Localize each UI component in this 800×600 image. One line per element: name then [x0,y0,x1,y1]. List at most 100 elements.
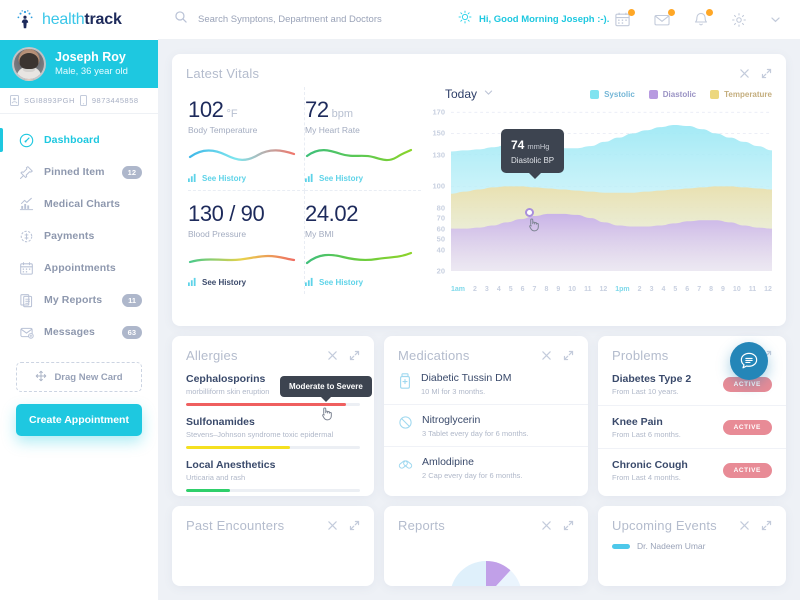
x-axis-tick: 7 [697,286,702,293]
y-axis-tick: 40 [436,245,445,255]
vital-sparkline [188,143,296,165]
expand-icon[interactable] [349,350,360,361]
allergy-name: Sulfonamides [186,416,255,428]
see-history-link[interactable]: See History [188,277,296,288]
create-appointment-button[interactable]: Create Appointment [16,404,142,436]
envelope-icon[interactable] [653,8,675,29]
topbar: Hi, Good Morning Joseph :-). [158,0,800,40]
medications-title: Medications [398,348,470,363]
allergy-item: Sulfonamides Stevens–Johnson syndrome to… [172,416,374,449]
vitals-grid: 102 °F Body Temperature See History 72 b… [172,81,421,319]
x-axis-tick: 2 [637,286,642,293]
event-title: Dr. Nadeem Umar [637,541,706,551]
y-axis-tick: 80 [436,203,445,213]
bell-icon[interactable] [693,9,713,28]
sidebar-item-medical-charts[interactable]: Medical Charts [0,188,158,220]
severity-bar[interactable] [186,489,360,492]
legend-item-diastolic[interactable]: Diastolic [648,89,697,99]
vital-unit: bpm [331,108,354,120]
move-arrows-icon [35,370,47,385]
person-burst-icon [14,9,36,31]
brand-name-light: health [42,11,85,28]
allergy-severity-tooltip: Moderate to Severe [280,376,372,402]
vitals-chart: Today Systolic Diastolic Temperature 170… [415,81,786,319]
reports-pie-chart [443,554,529,586]
close-icon[interactable] [739,520,750,531]
problem-item: Knee Pain From Last 6 months. ACTIVE [598,405,786,448]
sidebar-item-label: Medical Charts [44,198,121,210]
chart-legend: Systolic Diastolic Temperature [590,89,772,99]
chart-toolbar: Today Systolic Diastolic Temperature [423,83,772,105]
topbar-icons [614,8,800,29]
problem-since: From Last 10 years. [612,387,679,396]
brand-logo[interactable]: healthtrack [0,0,158,40]
x-axis-tick: 11 [584,286,592,293]
close-icon[interactable] [541,520,552,531]
sidebar-item-label: Dashboard [44,134,100,146]
sidebar-item-pinned-item[interactable]: Pinned Item 12 [0,156,158,188]
gear-icon[interactable] [731,12,747,28]
expand-icon[interactable] [563,350,574,361]
close-icon[interactable] [541,350,552,361]
greeting-text: Hi, Good Morning Joseph :-). [479,14,610,25]
profile-card[interactable]: Joseph Roy Male, 36 year old [0,40,158,88]
see-history-link[interactable]: See History [188,173,296,184]
chevron-down-icon[interactable] [769,13,782,26]
severity-bar[interactable] [186,403,360,406]
y-axis-tick: 130 [432,150,445,160]
latest-vitals-panel: Latest Vitals 102 °F Body Temperature Se… [172,54,786,326]
pill-icon [398,415,413,435]
past-encounters-title: Past Encounters [186,518,285,533]
search-input[interactable] [198,14,448,25]
calendar-icon[interactable] [614,9,635,28]
sidebar-item-dashboard[interactable]: Dashboard [0,124,158,156]
expand-icon[interactable] [563,520,574,531]
speedometer-icon [18,132,34,148]
close-icon[interactable] [327,520,338,531]
x-axis-tick: 3 [649,286,654,293]
legend-label: Diastolic [662,89,697,99]
range-selector[interactable]: Today [445,87,494,101]
close-icon[interactable] [327,350,338,361]
legend-item-systolic[interactable]: Systolic [590,89,635,99]
medication-dose: 2 Cap every day for 6 months. [422,471,523,480]
x-axis-tick: 8 [544,286,549,293]
chat-bubble-icon[interactable] [730,342,768,380]
legend-item-temperature[interactable]: Temperature [710,89,772,99]
drag-new-card-button[interactable]: Drag New Card [16,362,142,392]
brand-name: healthtrack [42,11,122,29]
problem-since: From Last 4 months. [612,473,681,482]
pin-icon [18,164,34,180]
y-axis-tick: 60 [436,224,445,234]
problem-since: From Last 6 months. [612,430,681,439]
sidebar-item-label: Pinned Item [44,166,105,178]
chart-tooltip: 74 mmHg Diastolic BP [501,129,565,179]
dashboard-root: healthtrack Joseph Roy Male, 36 year old… [0,0,800,600]
close-icon[interactable] [739,68,750,79]
chart-data-point[interactable] [525,208,534,217]
sidebar-item-appointments[interactable]: Appointments [0,252,158,284]
allergies-header: Allergies [172,336,374,363]
see-history-label: See History [202,278,247,287]
profile-name: Joseph Roy [55,50,126,64]
y-axis-tick: 150 [432,128,445,138]
sidebar-item-payments[interactable]: Payments [0,220,158,252]
patient-id: SGI8893PGH [24,96,75,105]
sidebar-item-messages[interactable]: Messages 63 [0,316,158,348]
reports-title: Reports [398,518,445,533]
problems-title: Problems [612,348,669,363]
severity-bar[interactable] [186,446,360,449]
y-axis-tick: 20 [436,266,445,276]
sidebar-item-my-reports[interactable]: My Reports 11 [0,284,158,316]
see-history-link[interactable]: See History [305,277,413,288]
medication-item: Nitroglycerin 3 Tablet every day for 6 m… [384,404,588,446]
expand-icon[interactable] [761,68,772,79]
y-axis-tick: 50 [436,234,445,244]
x-axis-tick: 9 [556,286,561,293]
sidebar-item-label: Appointments [44,262,116,274]
expand-icon[interactable] [349,520,360,531]
see-history-link[interactable]: See History [305,173,413,184]
status-badge: ACTIVE [722,420,772,435]
expand-icon[interactable] [761,520,772,531]
search-box[interactable] [158,10,448,29]
